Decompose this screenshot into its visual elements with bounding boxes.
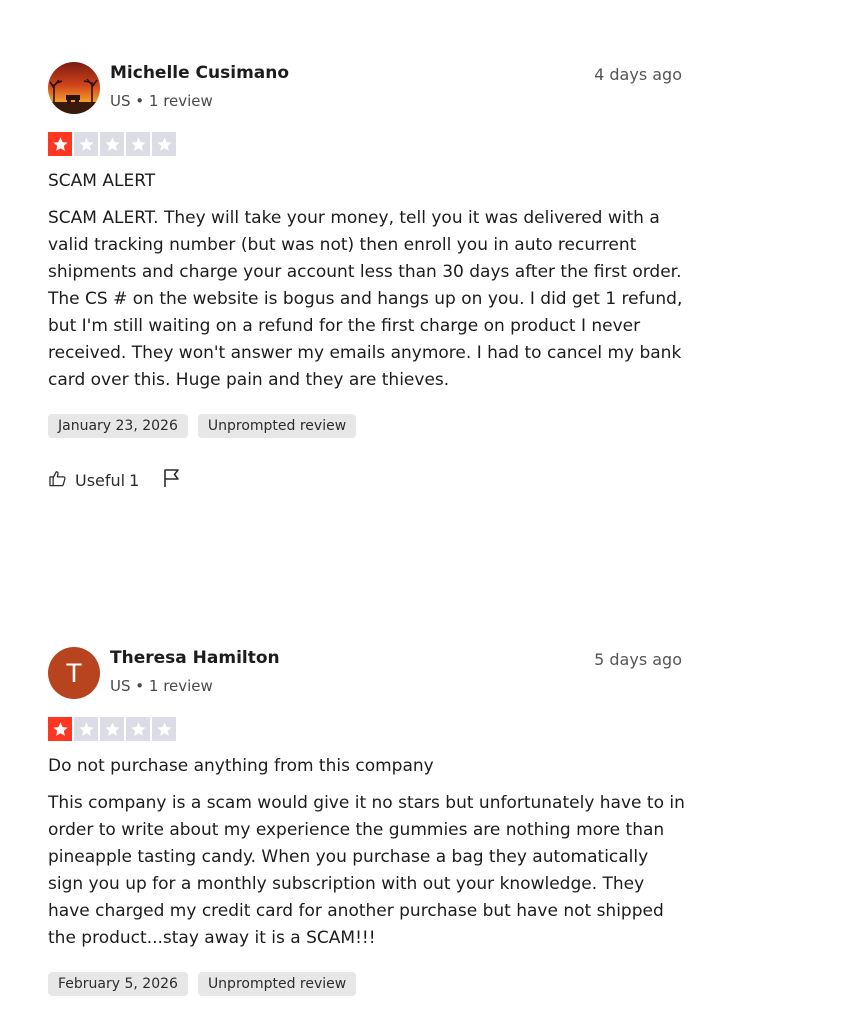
reviewer-name[interactable]: Michelle Cusimano — [110, 63, 289, 83]
experience-date-tag: February 5, 2026 — [48, 972, 188, 996]
review-type-tag[interactable]: Unprompted review — [197, 414, 357, 438]
review-relative-date: 4 days ago — [594, 65, 682, 84]
useful-button[interactable]: Useful 1 — [48, 469, 139, 492]
star-icon — [126, 717, 150, 741]
review-tags: February 5, 2026 Unprompted review — [48, 972, 688, 996]
review-title: Do not purchase anything from this compa… — [48, 756, 434, 776]
star-icon — [100, 132, 124, 156]
review-body: SCAM ALERT. They will take your money, t… — [48, 208, 683, 390]
review-title: SCAM ALERT — [48, 171, 156, 191]
report-button[interactable] — [163, 468, 181, 492]
star-icon — [152, 132, 176, 156]
flag-icon — [163, 468, 181, 492]
star-icon — [74, 717, 98, 741]
star-icon — [100, 717, 124, 741]
reviewer-name[interactable]: Theresa Hamilton — [110, 648, 280, 668]
star-rating — [48, 132, 688, 157]
review-tags: January 23, 2026 Unprompted review — [48, 414, 688, 438]
star-icon — [152, 717, 176, 741]
star-rating — [48, 717, 688, 742]
star-icon — [48, 717, 72, 741]
reviewer-meta: US • 1 review — [110, 92, 213, 110]
review-card: Michelle Cusimano US • 1 review 4 days a… — [48, 60, 688, 492]
review-body: This company is a scam would give it no … — [48, 793, 685, 948]
avatar-sunset-image — [48, 62, 100, 114]
star-icon — [126, 132, 150, 156]
thumbs-up-icon — [48, 469, 67, 492]
review-header: T Theresa Hamilton US • 1 review 5 days … — [48, 645, 688, 701]
review-card: T Theresa Hamilton US • 1 review 5 days … — [48, 645, 688, 996]
star-icon — [74, 132, 98, 156]
useful-count: 1 — [129, 470, 140, 490]
review-relative-date: 5 days ago — [594, 650, 682, 669]
review-header: Michelle Cusimano US • 1 review 4 days a… — [48, 60, 688, 116]
useful-label: Useful — [75, 470, 126, 490]
avatar[interactable] — [48, 62, 100, 114]
review-actions: Useful 1 — [48, 468, 688, 492]
avatar[interactable]: T — [48, 647, 100, 699]
experience-date-tag: January 23, 2026 — [48, 414, 188, 438]
star-icon — [48, 132, 72, 156]
reviewer-meta: US • 1 review — [110, 677, 213, 695]
review-type-tag[interactable]: Unprompted review — [197, 972, 357, 996]
